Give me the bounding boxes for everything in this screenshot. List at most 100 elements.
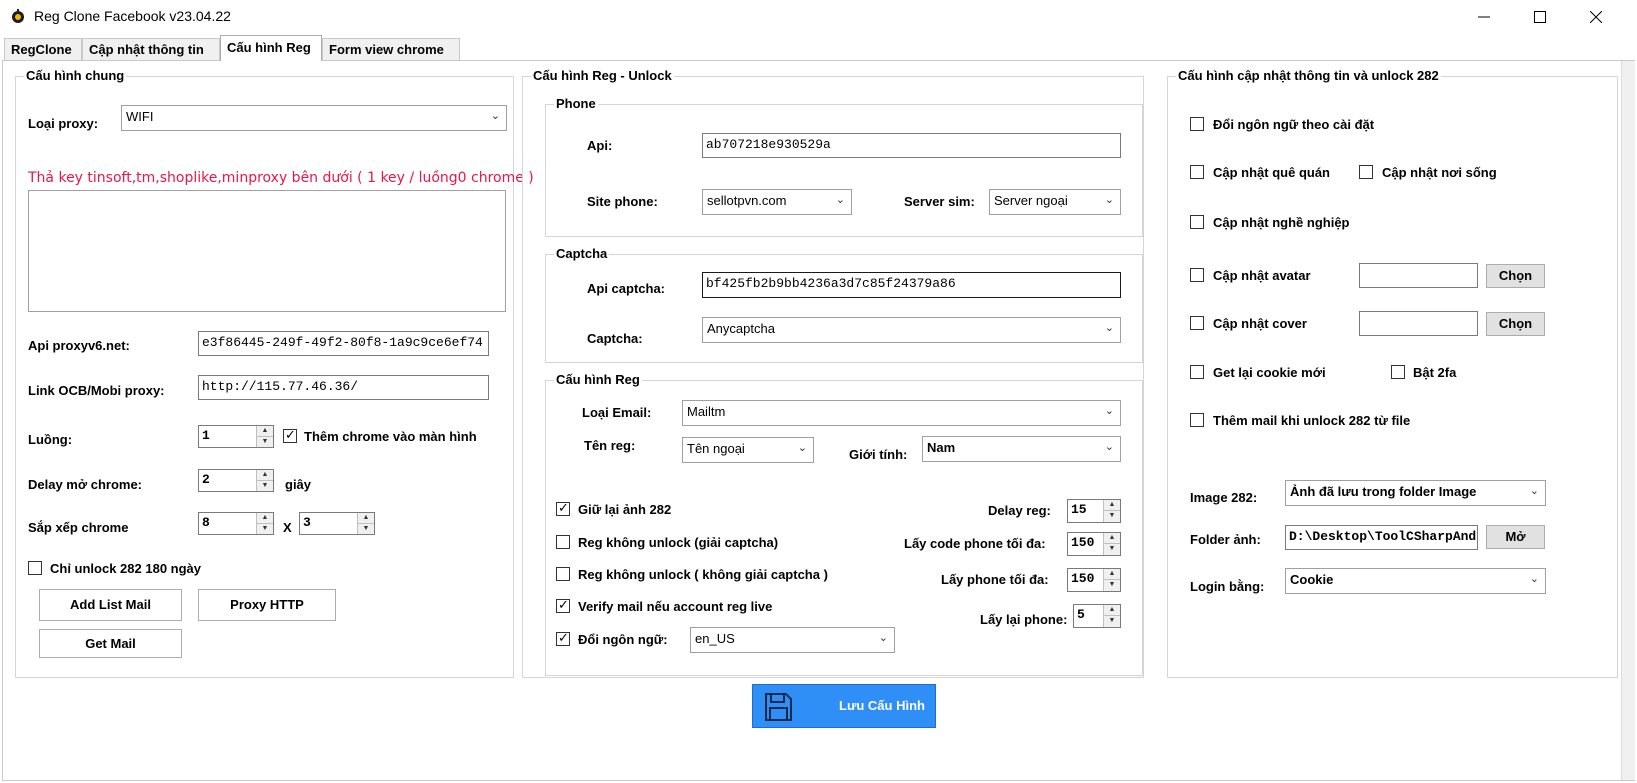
change-lang-setting-checkbox[interactable] xyxy=(1190,117,1204,131)
gender-select[interactable]: Nam ⌄ xyxy=(922,436,1121,462)
stepper-arrows[interactable]: ▲ ▼ xyxy=(256,426,273,447)
no-unlock-nocaptcha-checkbox[interactable] xyxy=(556,567,570,581)
api-proxyv6-label: Api proxyv6.net: xyxy=(28,338,130,353)
update-cover-checkbox[interactable] xyxy=(1190,316,1204,330)
max-code-value: 150 xyxy=(1071,535,1095,550)
update-hometown-checkbox[interactable] xyxy=(1190,165,1204,179)
login-label: Login bằng: xyxy=(1190,579,1265,594)
email-type-value: Mailtm xyxy=(687,404,726,419)
folder-input[interactable]: D:\Desktop\ToolCSharpAnd xyxy=(1285,525,1478,550)
proxy-type-label: Loại proxy: xyxy=(28,116,99,131)
arrange-separator: X xyxy=(283,520,292,535)
site-phone-select[interactable]: sellotpvn.com ⌄ xyxy=(702,189,852,215)
add-chrome-checkbox[interactable] xyxy=(283,427,297,443)
delay-reg-label: Delay reg: xyxy=(988,503,1051,518)
image-282-label: Image 282: xyxy=(1190,490,1258,505)
api-captcha-label: Api captcha: xyxy=(587,281,666,296)
arrange-label: Sắp xếp chrome xyxy=(28,520,129,535)
cover-path-input[interactable] xyxy=(1359,311,1478,336)
save-config-button[interactable]: Lưu Cấu Hình xyxy=(752,684,936,728)
minimize-button[interactable] xyxy=(1456,0,1512,34)
phone-api-label: Api: xyxy=(587,138,613,153)
threads-value: 1 xyxy=(202,428,210,443)
no-unlock-captcha-label: Reg không unlock (giải captcha) xyxy=(578,535,779,550)
choose-avatar-button[interactable]: Chọn xyxy=(1486,264,1545,288)
phone-api-input[interactable]: ab707218e930529a xyxy=(702,133,1121,158)
close-button[interactable] xyxy=(1568,0,1624,34)
captcha-select[interactable]: Anycaptcha ⌄ xyxy=(702,317,1121,343)
proxy-http-button[interactable]: Proxy HTTP xyxy=(198,589,336,621)
tab-reg-config[interactable]: Cấu hình Reg xyxy=(220,35,322,61)
email-type-select[interactable]: Mailtm ⌄ xyxy=(682,400,1121,426)
threads-stepper[interactable]: 1 ▲ ▼ xyxy=(198,425,274,448)
stepper-arrows[interactable]: ▲ ▼ xyxy=(256,513,273,534)
email-type-label: Loại Email: xyxy=(582,405,652,420)
captcha-group-title: Captcha xyxy=(554,246,610,261)
floppy-disk-icon xyxy=(765,693,792,721)
reg-name-select[interactable]: Tên ngoại ⌄ xyxy=(682,437,814,463)
delay-reg-value: 15 xyxy=(1071,502,1087,517)
api-captcha-input[interactable]: bf425fb2b9bb4236a3d7c85f24379a86 xyxy=(702,272,1121,298)
stepper-arrows[interactable]: ▲ ▼ xyxy=(256,470,273,491)
retry-phone-label: Lấy lại phone: xyxy=(980,612,1068,627)
stepper-arrows[interactable]: ▲ ▼ xyxy=(1103,500,1120,522)
keep-282-checkbox[interactable] xyxy=(556,500,570,516)
app-logo-icon xyxy=(12,9,24,23)
unlock-180-checkbox[interactable] xyxy=(28,561,42,575)
update-residence-checkbox[interactable] xyxy=(1359,165,1373,179)
choose-cover-button[interactable]: Chọn xyxy=(1486,312,1545,336)
update-job-checkbox[interactable] xyxy=(1190,215,1204,229)
update-residence-label: Cập nhật nơi sống xyxy=(1382,165,1497,180)
api-proxyv6-input[interactable]: e3f86445-249f-49f2-80f8-1a9c9ce6ef74 xyxy=(198,331,489,356)
get-cookie-checkbox[interactable] xyxy=(1190,365,1204,379)
proxy-type-value: WIFI xyxy=(126,109,154,124)
enable-2fa-checkbox[interactable] xyxy=(1391,365,1405,379)
max-code-stepper[interactable]: 150 ▲ ▼ xyxy=(1067,532,1121,556)
add-mail-282-label: Thêm mail khi unlock 282 từ file xyxy=(1213,413,1411,428)
image-282-select[interactable]: Ảnh đã lưu trong folder Image ⌄ xyxy=(1285,480,1546,506)
login-select[interactable]: Cookie ⌄ xyxy=(1285,568,1546,594)
change-lang-select[interactable]: en_US ⌄ xyxy=(690,627,895,653)
server-sim-value: Server ngoại xyxy=(994,193,1068,208)
vertical-scrollbar[interactable] xyxy=(1621,61,1635,780)
retry-phone-stepper[interactable]: 5 ▲ ▼ xyxy=(1073,604,1121,628)
tab-update-info[interactable]: Cập nhật thông tin xyxy=(82,38,220,60)
link-ocb-input[interactable]: http://115.77.46.36/ xyxy=(198,375,489,400)
chevron-down-icon: ⌄ xyxy=(490,110,500,122)
add-list-mail-button[interactable]: Add List Mail xyxy=(39,589,182,621)
tab-regclone[interactable]: RegClone xyxy=(4,38,82,60)
reg-unlock-title: Cấu hình Reg - Unlock xyxy=(531,68,674,83)
stepper-arrows[interactable]: ▲ ▼ xyxy=(1103,605,1120,627)
maximize-button[interactable] xyxy=(1512,0,1568,34)
update-hometown-label: Cập nhật quê quán xyxy=(1213,165,1330,180)
get-mail-button[interactable]: Get Mail xyxy=(39,629,182,658)
delay-unit: giây xyxy=(285,477,312,492)
verify-mail-checkbox[interactable] xyxy=(556,597,570,613)
phone-group-title: Phone xyxy=(554,96,598,111)
arrange-y-stepper[interactable]: 3 ▲ ▼ xyxy=(299,512,375,535)
delay-reg-stepper[interactable]: 15 ▲ ▼ xyxy=(1067,499,1121,523)
change-lang-checkbox[interactable] xyxy=(556,630,570,646)
delay-stepper[interactable]: 2 ▲ ▼ xyxy=(198,469,274,492)
save-config-label: Lưu Cấu Hình xyxy=(839,698,925,713)
update-avatar-checkbox[interactable] xyxy=(1190,268,1204,282)
update-avatar-label: Cập nhật avatar xyxy=(1213,268,1311,283)
arrange-x-stepper[interactable]: 8 ▲ ▼ xyxy=(198,512,274,535)
server-sim-select[interactable]: Server ngoại ⌄ xyxy=(989,189,1121,215)
enable-2fa-label: Bật 2fa xyxy=(1413,365,1457,380)
proxy-keys-textarea[interactable] xyxy=(28,190,506,312)
tab-form-view-chrome[interactable]: Form view chrome xyxy=(322,38,460,60)
stepper-arrows[interactable]: ▲ ▼ xyxy=(1103,569,1120,591)
add-mail-282-checkbox[interactable] xyxy=(1190,413,1204,427)
avatar-path-input[interactable] xyxy=(1359,263,1478,288)
chevron-down-icon: ⌄ xyxy=(1104,322,1114,334)
max-phone-stepper[interactable]: 150 ▲ ▼ xyxy=(1067,568,1121,592)
open-folder-button[interactable]: Mở xyxy=(1486,525,1545,549)
gender-value: Nam xyxy=(927,440,956,455)
window-title: Reg Clone Facebook v23.04.22 xyxy=(34,8,231,24)
stepper-arrows[interactable]: ▲ ▼ xyxy=(1103,533,1120,555)
stepper-arrows[interactable]: ▲ ▼ xyxy=(357,513,374,534)
add-chrome-label: Thêm chrome vào màn hình xyxy=(304,429,477,444)
no-unlock-captcha-checkbox[interactable] xyxy=(556,535,570,549)
proxy-type-select[interactable]: WIFI ⌄ xyxy=(121,105,507,131)
